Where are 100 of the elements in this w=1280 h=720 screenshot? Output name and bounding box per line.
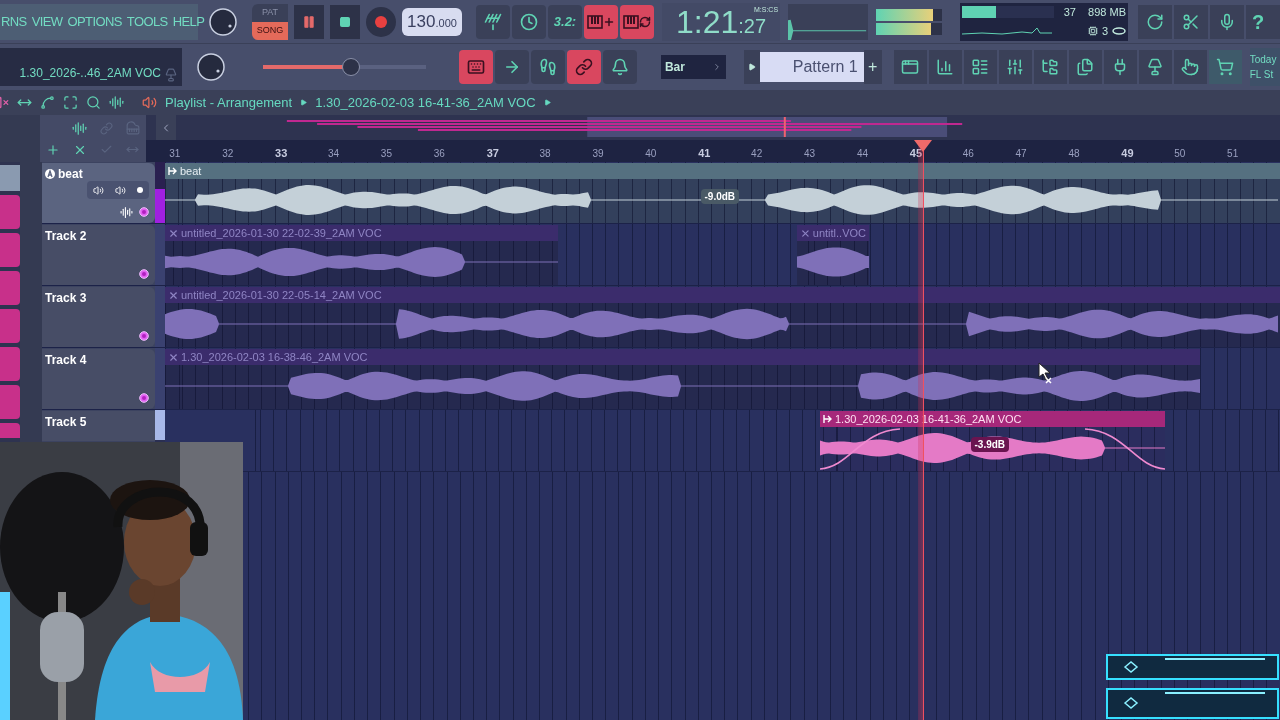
menu-item[interactable]: RNS [1, 11, 27, 32]
bar-number: 39 [592, 148, 604, 159]
volume-label: -9.0dB [700, 189, 740, 204]
bar-number: 38 [539, 148, 551, 159]
audio-icon[interactable] [72, 120, 88, 136]
check-icon[interactable] [99, 143, 113, 156]
search-icon[interactable] [86, 95, 101, 110]
stop-button[interactable] [330, 4, 360, 39]
lips-icon [1112, 27, 1126, 35]
lamp-icon [164, 68, 178, 82]
snap-selector[interactable]: Bar [660, 55, 726, 79]
hint-panel-line: FL St [1249, 68, 1275, 82]
speaker-icon[interactable] [92, 184, 104, 196]
tool-button[interactable] [584, 4, 618, 39]
track-header[interactable]: Track 2 [42, 225, 155, 285]
tool-button[interactable] [494, 50, 529, 84]
audio-clip[interactable]: 1.30_2026-02-03 16-38-46_2AM VOC [165, 349, 1200, 409]
antenna-icon [484, 12, 502, 31]
close-icon[interactable] [800, 227, 811, 239]
maximize-icon[interactable] [63, 95, 78, 110]
window-button[interactable] [1208, 50, 1242, 84]
lamp-icon [1146, 58, 1165, 76]
close-icon[interactable] [168, 227, 179, 239]
window-button[interactable] [1138, 50, 1172, 84]
tool-button[interactable] [530, 50, 565, 84]
audio-clip[interactable]: untitled_2026-01-30 22-05-14_2AM VOC [165, 287, 1280, 347]
window-button[interactable] [1103, 50, 1137, 84]
window-button[interactable] [1173, 50, 1207, 84]
dot-icon[interactable] [137, 187, 144, 193]
track-header[interactable]: Track 5 [42, 411, 155, 441]
playlist-title: Playlist - Arrangement [165, 93, 293, 112]
bar-number: 36 [433, 148, 445, 159]
tool-button[interactable]: 3.2: [548, 4, 582, 39]
audio-icon[interactable] [109, 95, 124, 110]
mic-button[interactable] [1210, 4, 1244, 39]
record-button[interactable] [366, 6, 396, 37]
window-button[interactable] [1068, 50, 1102, 84]
add-pattern-button[interactable]: + [863, 50, 882, 84]
undo-button[interactable] [1138, 4, 1172, 39]
tool-button[interactable] [602, 50, 637, 84]
tempo-field[interactable]: 130.000 [402, 7, 462, 36]
curve-icon[interactable] [40, 95, 55, 110]
scroll-left-button[interactable] [156, 115, 177, 140]
knob[interactable] [196, 52, 226, 82]
track-name: beat [58, 166, 83, 183]
window-button[interactable] [1033, 50, 1067, 84]
audio-clip[interactable]: untitl..VOC [797, 225, 869, 285]
tool-button[interactable] [512, 4, 546, 39]
close-icon[interactable] [168, 289, 179, 301]
audio-clip[interactable]: beat -9.0dB [165, 163, 1280, 223]
hint-text: 1.30_2026-..46_2AM VOC [19, 65, 161, 82]
tool-button[interactable] [566, 50, 601, 84]
menu-item[interactable]: OPTIONS [67, 11, 122, 32]
mixer-link-icon[interactable] [139, 331, 149, 341]
audio-clip[interactable]: 1.30_2026-02-03 16-41-36_2AM VOC -3.9dB [820, 411, 1165, 471]
tempo-value: 130 [407, 10, 436, 33]
window-button[interactable] [963, 50, 997, 84]
menu-item[interactable]: TOOLS [126, 11, 168, 32]
hint-panel-line: Today [1249, 53, 1278, 67]
pattern-selector[interactable]: Pattern 1 [759, 52, 864, 82]
cut-button[interactable] [1174, 4, 1208, 39]
tool-button[interactable] [476, 4, 510, 39]
channel-tile[interactable] [0, 423, 20, 438]
list-icon [971, 58, 990, 76]
pattern-prev-button[interactable] [743, 50, 760, 84]
bar-number: 47 [1015, 148, 1027, 159]
speaker-icon[interactable] [142, 95, 157, 110]
play-button[interactable] [294, 4, 324, 39]
mixer-link-icon[interactable] [139, 207, 149, 217]
footprints-icon [538, 58, 557, 76]
audio-clip[interactable]: untitled_2026-01-30 22-02-39_2AM VOC [165, 225, 558, 285]
bar-number: 33 [275, 147, 288, 159]
link-icon [574, 58, 593, 76]
close-icon[interactable] [168, 351, 179, 363]
slider-thumb[interactable] [341, 58, 360, 76]
bar-number: 51 [1227, 148, 1239, 159]
mixer-link-icon[interactable] [139, 393, 149, 403]
bar-number: 37 [486, 147, 499, 159]
mixer-link-icon[interactable] [139, 269, 149, 279]
sliders-icon [1006, 58, 1025, 76]
tool-button[interactable] [458, 50, 493, 84]
window-button[interactable] [998, 50, 1032, 84]
tool-button[interactable] [620, 4, 654, 39]
plus-icon[interactable] [45, 142, 60, 157]
speaker-icon[interactable] [115, 184, 126, 196]
track-header[interactable]: Track 3 [42, 287, 155, 347]
menu-item[interactable]: HELP [172, 11, 205, 32]
polyphony-reading: 3 [1101, 23, 1108, 39]
bar-number: 31 [169, 148, 181, 159]
bar-number: 50 [1174, 148, 1186, 159]
track-header[interactable]: beat [42, 163, 155, 223]
track-header[interactable]: Track 4 [42, 349, 155, 409]
window-button[interactable] [893, 50, 927, 84]
mode-toggle[interactable]: PAT [252, 3, 288, 22]
help-button[interactable]: ? [1246, 4, 1280, 39]
knob[interactable] [208, 6, 238, 37]
window-button[interactable] [928, 50, 962, 84]
waveform-icon[interactable] [120, 206, 133, 219]
time-value: 1:21 [676, 4, 739, 39]
menu-item[interactable]: VIEW [31, 11, 63, 32]
